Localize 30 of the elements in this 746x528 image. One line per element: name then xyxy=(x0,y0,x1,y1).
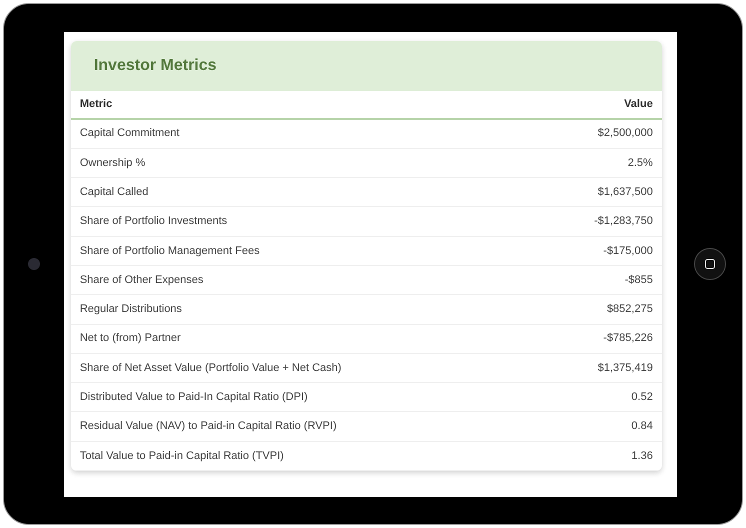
metric-cell-text: Net to (from) Partner xyxy=(80,331,181,346)
metric-cell-text: Total Value to Paid-in Capital Ratio (TVPI) xyxy=(80,448,284,464)
metric-cell-text: Distributed Value to Paid-In Capital Ratio (DPI) xyxy=(80,390,308,406)
value-cell-text: -$785,226 xyxy=(603,331,653,346)
metric-cell-text: Capital Commitment xyxy=(80,126,180,142)
metric-cell-text: Share of Portfolio Investments xyxy=(80,214,228,230)
card-title: Investor Metrics xyxy=(94,56,217,76)
value-cell-text: 1.36 xyxy=(631,448,653,464)
camera-icon xyxy=(28,258,40,270)
value-cell-text: $1,637,500 xyxy=(598,184,653,200)
home-button[interactable] xyxy=(694,248,726,280)
value-cell-text: -$175,000 xyxy=(603,244,653,259)
metric-cell-text: Regular Distributions xyxy=(80,302,182,318)
value-cell-text: $852,275 xyxy=(606,302,653,318)
value-cell-text: $1,375,419 xyxy=(598,360,653,376)
value-cell-text: 2.5% xyxy=(628,156,653,171)
value-cell-text: -$855 xyxy=(624,272,653,288)
metric-cell-text: Share of Net Asset Value (Portfolio Value + Net Cash) xyxy=(80,360,342,376)
metric-cell-text: Share of Portfolio Management Fees xyxy=(80,244,260,259)
value-cell-text: 0.84 xyxy=(631,419,653,434)
column-header: Metric xyxy=(80,96,112,112)
square-icon xyxy=(704,259,715,269)
value-cell-text: $2,500,000 xyxy=(598,126,653,142)
metric-cell-text: Residual Value (NAV) to Paid-in Capital Ratio (RVPI) xyxy=(80,419,337,434)
metric-cell-text: Share of Other Expenses xyxy=(80,272,204,288)
column-header: Value xyxy=(624,96,653,112)
metric-cell-text: Ownership % xyxy=(80,156,146,171)
value-cell-text: 0.52 xyxy=(631,390,653,406)
metric-cell-text: Capital Called xyxy=(80,184,148,200)
value-cell-text: -$1,283,750 xyxy=(594,214,653,230)
